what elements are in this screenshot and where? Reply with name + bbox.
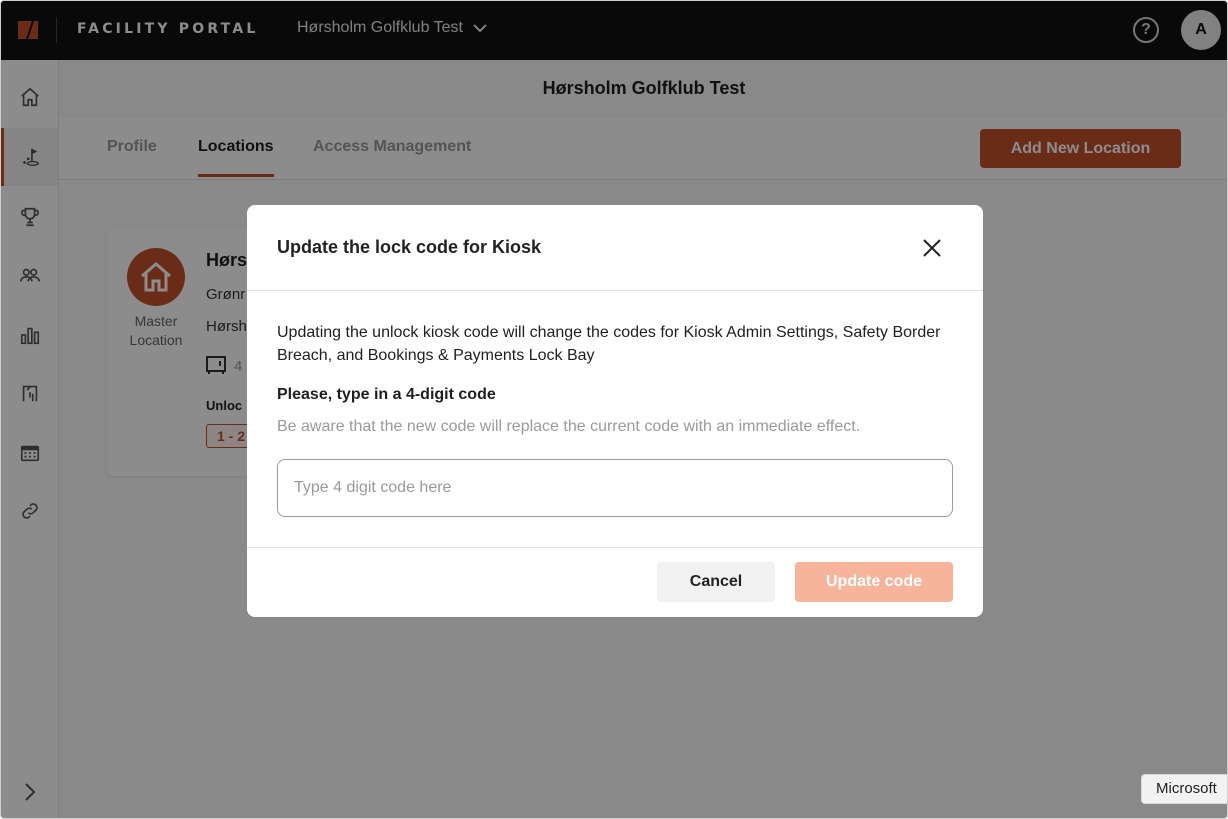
- close-icon[interactable]: [921, 237, 943, 259]
- dialog-header: Update the lock code for Kiosk: [247, 205, 983, 291]
- code-field-label: Please, type in a 4-digit code: [277, 386, 496, 403]
- app-window: FACILITY PORTAL Hørsholm Golfklub Test ?…: [0, 0, 1228, 819]
- microsoft-tooltip: Microsoft: [1141, 774, 1227, 804]
- update-code-button[interactable]: Update code: [795, 562, 953, 602]
- cancel-button[interactable]: Cancel: [657, 562, 775, 602]
- dialog-description: Updating the unlock kiosk code will chan…: [277, 324, 941, 364]
- update-lock-code-dialog: Update the lock code for Kiosk Updating …: [247, 205, 983, 617]
- code-field-hint: Be aware that the new code will replace …: [277, 418, 861, 435]
- dialog-footer: Cancel Update code: [247, 547, 983, 617]
- dialog-title: Update the lock code for Kiosk: [277, 237, 542, 257]
- code-input[interactable]: [277, 459, 953, 517]
